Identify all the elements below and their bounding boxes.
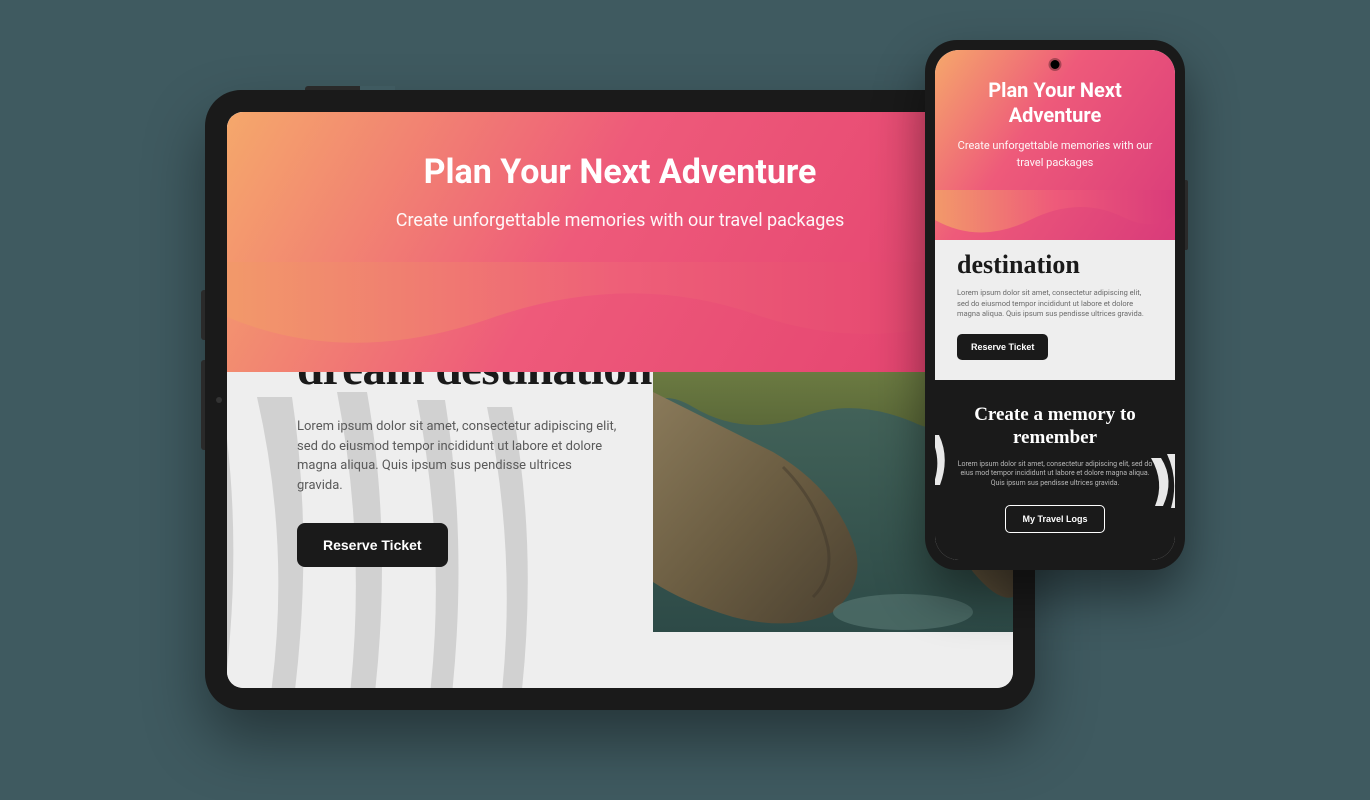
wave-divider-phone xyxy=(935,190,1175,260)
section1-lorem: Lorem ipsum dolor sit amet, consectetur … xyxy=(297,417,617,495)
hero-subtitle: Create unforgettable memories with our t… xyxy=(227,210,1013,231)
phone-side-button xyxy=(1185,180,1188,250)
section2-lorem: Lorem ipsum dolor sit amet, consectetur … xyxy=(957,460,1153,489)
brush-stroke-left-icon xyxy=(935,430,955,490)
wave-divider xyxy=(227,262,1013,402)
section2-heading: Create a memory to remember xyxy=(957,404,1153,450)
travel-logs-button[interactable]: My Travel Logs xyxy=(1005,505,1104,533)
section1-lorem-phone: Lorem ipsum dolor sit amet, consectetur … xyxy=(957,288,1153,320)
reserve-ticket-button[interactable]: Reserve Ticket xyxy=(957,334,1048,360)
brush-stroke-right-icon xyxy=(1143,450,1175,510)
tablet-screen: Travel to your dream destination Lorem i… xyxy=(227,112,1013,688)
phone-section-memory: Create a memory to remember Lorem ipsum … xyxy=(935,380,1175,560)
hero-title-phone: Plan Your Next Adventure xyxy=(953,78,1157,128)
hero-title: Plan Your Next Adventure xyxy=(227,112,1013,192)
phone-device-frame: destination Lorem ipsum dolor sit amet, … xyxy=(925,40,1185,570)
tablet-camera-icon xyxy=(216,397,222,403)
phone-camera-icon xyxy=(1051,60,1060,69)
phone-screen: destination Lorem ipsum dolor sit amet, … xyxy=(935,50,1175,560)
tablet-top-button xyxy=(305,86,395,90)
tablet-device-frame: Travel to your dream destination Lorem i… xyxy=(205,90,1035,710)
hero-subtitle-phone: Create unforgettable memories with our t… xyxy=(953,138,1157,171)
reserve-ticket-button[interactable]: Reserve Ticket xyxy=(297,523,448,567)
